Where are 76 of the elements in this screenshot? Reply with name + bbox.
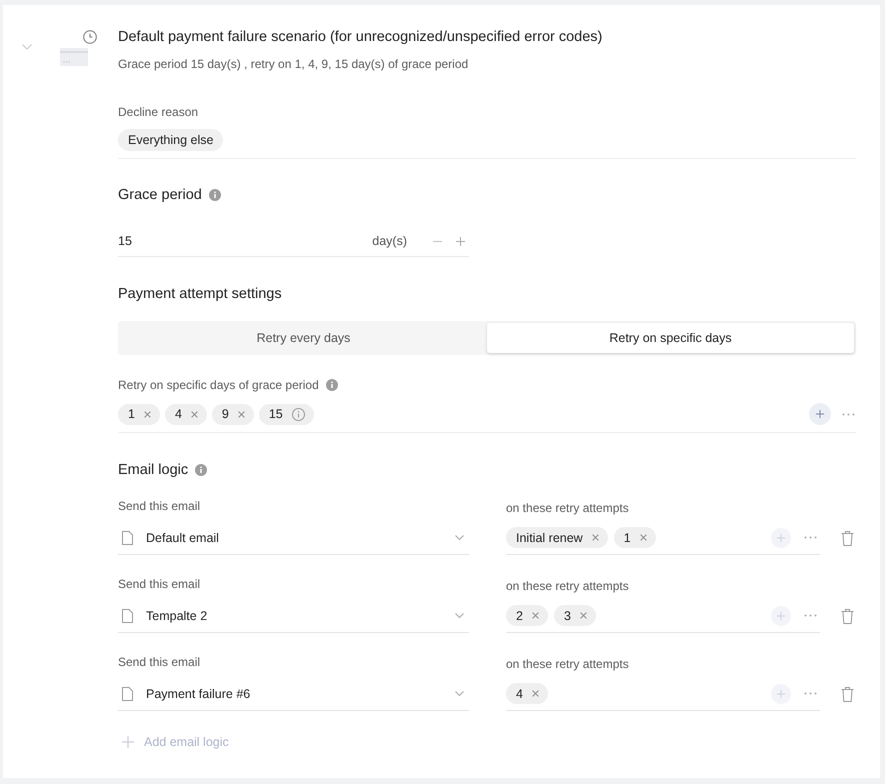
scenario-title: Default payment failure scenario (for unrecognized/unspecified error codes) (118, 28, 604, 47)
plus-icon (777, 690, 785, 698)
plus-icon (456, 236, 465, 246)
chevron-down-icon (455, 613, 464, 618)
email-select[interactable]: Default email (118, 521, 469, 555)
grace-period-input[interactable]: 15 (118, 234, 372, 248)
close-icon[interactable] (592, 534, 599, 541)
chip-label: 1 (624, 530, 631, 544)
attempts-field[interactable]: 2 3 (506, 599, 820, 633)
more-button[interactable] (842, 412, 855, 416)
close-icon[interactable] (190, 410, 198, 418)
field-label: Send this email (118, 498, 202, 514)
info-icon[interactable] (292, 408, 305, 420)
scenario-summary: Grace period 15 day(s) , retry on 1, 4, 9, 15 day(s) of grace period (118, 56, 470, 72)
clock-icon (83, 30, 97, 44)
chip-label: 1 (128, 407, 135, 421)
email-select[interactable]: Payment failure #6 (118, 677, 469, 711)
document-icon (122, 608, 133, 622)
retry-days-field[interactable]: 1 4 9 15 (118, 403, 856, 433)
chip-label: 15 (268, 407, 283, 421)
trash-icon (841, 686, 854, 702)
chevron-down-icon (455, 535, 464, 540)
more-button[interactable] (804, 692, 817, 695)
close-icon[interactable] (640, 534, 647, 541)
attempts-field[interactable]: 4 (506, 677, 820, 711)
add-button[interactable] (809, 403, 831, 425)
chevron-down-icon (22, 44, 32, 50)
chip-label: 9 (222, 407, 229, 421)
unit-label: day(s) (372, 234, 407, 248)
document-icon (122, 530, 133, 544)
field-label: on these retry attempts (506, 656, 630, 672)
chip-label: 4 (174, 407, 182, 421)
more-icon (804, 536, 817, 539)
minus-icon (433, 240, 442, 242)
close-icon[interactable] (532, 690, 539, 697)
chip-label: 2 (516, 608, 523, 622)
plus-icon (816, 410, 824, 418)
more-button[interactable] (804, 536, 817, 539)
close-icon[interactable] (144, 410, 151, 418)
card-icon (60, 48, 88, 66)
chip-label: 4 (516, 686, 523, 700)
trash-icon (841, 530, 854, 546)
segment-tab[interactable]: Retry every days (120, 323, 487, 353)
section-title: Grace period (118, 186, 202, 205)
segment-tab[interactable]: Retry on specific days (487, 323, 854, 353)
expand-toggle[interactable] (22, 44, 32, 50)
more-button[interactable] (804, 614, 817, 617)
chip-label: 3 (564, 608, 571, 622)
section-title: Email logic (118, 461, 188, 480)
field-label: Send this email (118, 576, 202, 592)
more-icon (804, 692, 817, 695)
close-icon[interactable] (580, 612, 587, 619)
more-icon (842, 412, 855, 416)
plus-icon (777, 534, 785, 542)
info-icon[interactable] (326, 379, 338, 391)
field-label: on these retry attempts (506, 500, 630, 516)
info-icon[interactable] (208, 189, 221, 201)
field-label: on these retry attempts (506, 578, 630, 594)
field-label: Decline reason (118, 104, 200, 120)
close-icon[interactable] (532, 612, 539, 619)
chip-label: Initial renew (516, 530, 583, 544)
email-select[interactable]: Tempalte 2 (118, 599, 469, 633)
trash-icon (841, 608, 854, 624)
more-icon (804, 614, 817, 617)
field-label: Send this email (118, 654, 202, 670)
plus-icon (122, 736, 134, 748)
document-icon (122, 686, 133, 700)
reason-chip: Everything else (118, 129, 224, 151)
info-icon[interactable] (195, 464, 208, 476)
field-label: Retry on specific days of grace period (118, 377, 319, 393)
attempts-field[interactable]: Initial renew 1 (506, 521, 820, 555)
section-title: Payment attempt settings (118, 285, 282, 304)
chevron-down-icon (455, 691, 464, 696)
plus-icon (777, 612, 785, 620)
increment-button[interactable] (456, 236, 465, 246)
close-icon[interactable] (238, 410, 245, 418)
